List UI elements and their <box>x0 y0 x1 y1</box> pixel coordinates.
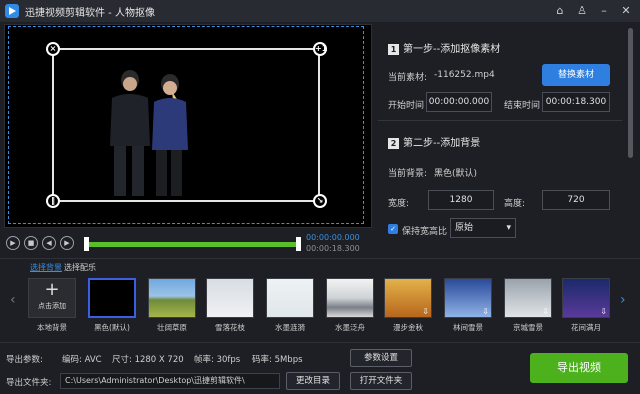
material-label: 当前素材: <box>388 73 428 83</box>
panel-scrollbar[interactable] <box>628 28 633 158</box>
export-footer: 导出参数: 编码: AVC 尺寸: 1280 X 720 帧率: 30fps 码… <box>0 342 640 394</box>
end-time-field[interactable]: 00:00:18.300 <box>542 92 610 112</box>
local-bg-thumb[interactable]: + 点击添加 <box>28 278 76 318</box>
capital-snow-thumb[interactable]: ⇩ <box>504 278 552 318</box>
snow-flower-thumb[interactable] <box>206 278 254 318</box>
fps-value: 帧率: 30fps <box>194 355 241 365</box>
end-knob[interactable] <box>296 237 301 251</box>
bg-label: 当前背景: <box>388 169 428 179</box>
download-icon[interactable]: ⇩ <box>422 307 429 316</box>
bg-label-black: 黑色(默认) <box>94 323 130 332</box>
divider <box>378 120 622 121</box>
download-icon[interactable]: ⇩ <box>542 307 549 316</box>
folder-path-field[interactable]: C:\Users\Administrator\Desktop\迅捷剪辑软件\ <box>60 373 280 389</box>
params-label: 导出参数: <box>6 355 43 365</box>
start-knob[interactable] <box>84 237 89 251</box>
download-icon[interactable]: ⇩ <box>482 307 489 316</box>
bg-label-local: 本地背景 <box>37 323 67 332</box>
grassland-thumb[interactable] <box>148 278 196 318</box>
bg-label-forest-snow: 林间雪景 <box>453 323 483 332</box>
encode-value: 编码: AVC <box>62 355 102 365</box>
remove-handle-icon[interactable]: × <box>46 42 60 56</box>
bg-label-moon: 花间满月 <box>571 323 601 332</box>
next-frame-icon[interactable]: ▶ <box>60 236 74 250</box>
open-folder-button[interactable]: 打开文件夹 <box>350 372 412 390</box>
ink-boat-thumb[interactable] <box>326 278 374 318</box>
prev-frame-icon[interactable]: ◀ <box>42 236 56 250</box>
scroll-left-icon[interactable]: ‹ <box>10 292 16 308</box>
width-label: 宽度: <box>388 199 410 209</box>
bg-label-snow-flower: 雪落花枝 <box>215 323 245 332</box>
keep-ratio-checkbox[interactable]: ✓ <box>388 224 398 234</box>
width-field[interactable]: 1280 <box>428 190 494 210</box>
ratio-select[interactable]: 原始 ▾ <box>450 218 516 238</box>
tab-background[interactable]: 选择背景 <box>30 262 62 273</box>
download-icon[interactable]: ⇩ <box>600 307 607 316</box>
home-icon[interactable]: ⌂ <box>552 4 568 18</box>
material-value: -116252.mp4 <box>434 70 495 80</box>
stop-icon[interactable]: ■ <box>24 236 38 250</box>
step1-header: 1 第一步--添加抠像素材 <box>388 40 500 55</box>
height-field[interactable]: 720 <box>542 190 610 210</box>
tab-music[interactable]: 选择配乐 <box>64 262 96 273</box>
person-cutout <box>110 70 188 196</box>
minimize-icon[interactable]: – <box>596 4 612 18</box>
ink-ripple-thumb[interactable] <box>266 278 314 318</box>
bitrate-value: 码率: 5Mbps <box>252 355 303 365</box>
play-icon[interactable]: ▶ <box>6 236 20 250</box>
bg-label-ink-boat: 水墨泛舟 <box>335 323 365 332</box>
bg-value: 黑色(默认) <box>434 169 478 179</box>
resize-handle-icon[interactable]: ↘ <box>313 194 327 208</box>
start-label: 开始时间 <box>388 101 425 111</box>
progress-track[interactable] <box>86 242 298 247</box>
chevron-down-icon: ▾ <box>506 223 511 233</box>
bg-label-grassland: 壮阔草原 <box>157 323 187 332</box>
black-bg-thumb[interactable] <box>88 278 136 318</box>
window-title: 迅捷视频剪辑软件 - 人物抠像 <box>25 7 155 19</box>
export-video-button[interactable]: 导出视频 <box>530 353 628 383</box>
keep-ratio-label: 保持宽高比 <box>402 227 448 237</box>
scroll-right-icon[interactable]: › <box>620 292 626 308</box>
shirt-icon[interactable]: ♙ <box>574 4 590 18</box>
bg-label-autumn: 漫步金秋 <box>393 323 423 332</box>
current-time: 00:00:00.000 <box>306 233 360 242</box>
bg-label-ink-ripple: 水墨涟漪 <box>275 323 305 332</box>
bg-label-capital-snow: 京城雪景 <box>513 323 543 332</box>
duplicate-handle-icon[interactable]: +1 <box>313 42 327 56</box>
autumn-thumb[interactable]: ⇩ <box>384 278 432 318</box>
start-time-field[interactable]: 00:00:00.000 <box>426 92 492 112</box>
forest-snow-thumb[interactable]: ⇩ <box>444 278 492 318</box>
height-label: 高度: <box>504 199 526 209</box>
total-time: 00:00:18.300 <box>306 244 360 253</box>
moon-thumb[interactable]: ⇩ <box>562 278 610 318</box>
title-bar: 迅捷视频剪辑软件 - 人物抠像 ⌂ ♙ – ✕ <box>0 0 640 22</box>
close-icon[interactable]: ✕ <box>618 4 634 18</box>
change-dir-button[interactable]: 更改目录 <box>286 372 340 390</box>
size-value: 尺寸: 1280 X 720 <box>112 355 184 365</box>
background-strip: ‹ + 点击添加 本地背景 黑色(默认) 壮阔草原 雪落花枝 水墨涟漪 水墨泛舟 … <box>0 274 640 342</box>
flip-handle-icon[interactable]: ‖ <box>46 194 60 208</box>
step2-header: 2 第二步--添加背景 <box>388 134 480 149</box>
player-controls: ▶ ■ ◀ ▶ 00:00:00.000 00:00:18.300 <box>6 232 366 256</box>
replace-material-button[interactable]: 替换素材 <box>542 64 610 86</box>
settings-button[interactable]: 参数设置 <box>350 349 412 367</box>
app-logo-icon <box>5 4 19 18</box>
folder-label: 导出文件夹: <box>6 378 52 388</box>
end-label: 结束时间 <box>504 101 541 111</box>
asset-tabs: 选择背景 选择配乐 <box>0 258 640 274</box>
settings-panel: 1 第一步--添加抠像素材 当前素材: -116252.mp4 替换素材 开始时间… <box>378 24 622 258</box>
